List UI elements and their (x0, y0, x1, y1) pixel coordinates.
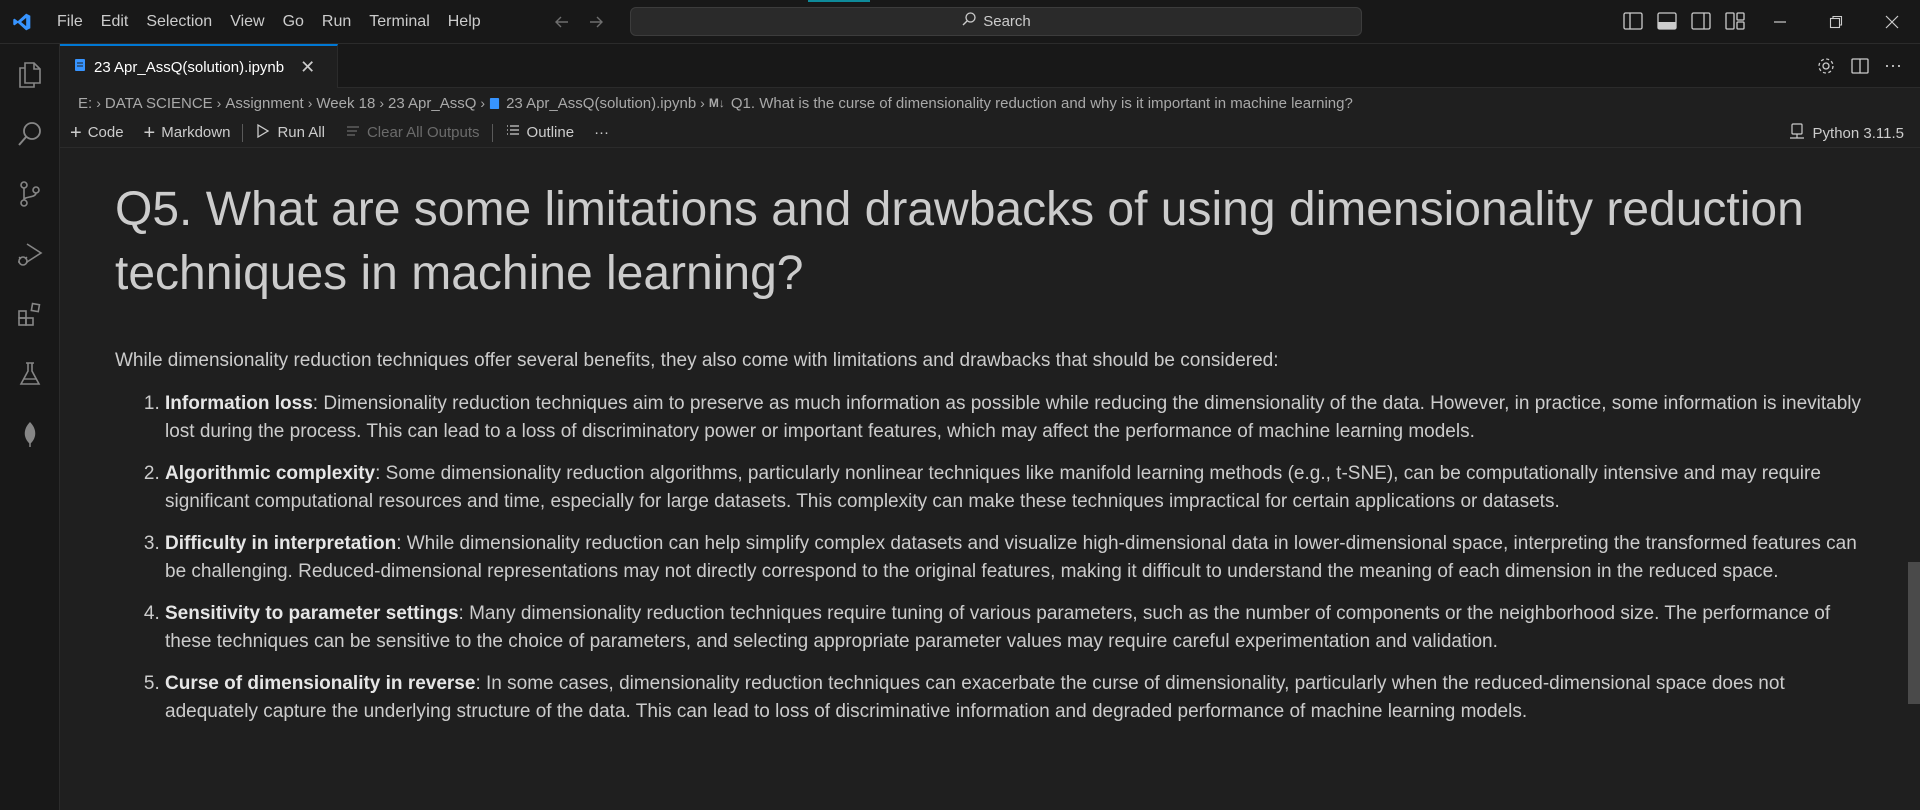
outline-button[interactable]: Outline (495, 123, 585, 143)
run-all-button[interactable]: Run All (245, 123, 335, 143)
extensions-icon[interactable] (0, 284, 60, 344)
outline-list-icon (505, 123, 521, 143)
accent-line (808, 0, 870, 2)
menu-view[interactable]: View (221, 0, 273, 44)
vertical-scrollbar-thumb[interactable] (1908, 562, 1920, 704)
back-arrow-icon[interactable] (552, 12, 572, 32)
list-item-term: Information loss (165, 393, 313, 414)
customize-layout-icon[interactable] (1724, 10, 1746, 32)
plus-icon: + (143, 121, 156, 144)
search-icon (961, 11, 977, 32)
run-all-icon (255, 123, 271, 143)
run-all-label: Run All (277, 124, 325, 141)
tab-notebook[interactable]: 23 Apr_AssQ(solution).ipynb ✕ (60, 44, 338, 88)
notebook-file-icon (489, 97, 500, 110)
notebook-toolbar: + Code + Markdown Run All Clear All Outp… (60, 118, 1920, 148)
editor-tab-bar: 23 Apr_AssQ(solution).ipynb ✕ ··· (60, 44, 1920, 88)
list-item-term: Curse of dimensionality in reverse (165, 673, 476, 694)
menu-help[interactable]: Help (439, 0, 490, 44)
chevron-right-icon: › (700, 95, 705, 111)
search-view-icon[interactable] (0, 104, 60, 164)
outline-label: Outline (526, 124, 575, 141)
menu-file[interactable]: File (48, 0, 92, 44)
limitations-list: Information loss: Dimensionality reducti… (115, 390, 1875, 726)
close-tab-icon[interactable]: ✕ (300, 57, 315, 78)
toolbar-more-button[interactable]: ··· (584, 124, 619, 141)
restore-icon[interactable] (1808, 0, 1864, 44)
list-item-term: Sensitivity to parameter settings (165, 603, 459, 624)
list-item-text: : Some dimensionality reduction algorith… (165, 463, 1821, 512)
minimize-icon[interactable] (1752, 0, 1808, 44)
menu-go[interactable]: Go (274, 0, 313, 44)
add-markdown-cell-button[interactable]: + Markdown (134, 121, 241, 144)
breadcrumb-item[interactable]: Q1. What is the curse of dimensionality … (731, 95, 1353, 112)
title-bar: File Edit Selection View Go Run Terminal… (0, 0, 1920, 44)
forward-arrow-icon[interactable] (586, 12, 606, 32)
kernel-label: Python 3.11.5 (1812, 124, 1904, 142)
mongodb-leaf-icon[interactable] (0, 404, 60, 464)
toggle-primary-sidebar-icon[interactable] (1622, 10, 1644, 32)
toolbar-divider (491, 123, 493, 142)
vscode-logo-icon (0, 0, 44, 44)
list-item-term: Algorithmic complexity (165, 463, 376, 484)
run-and-debug-icon[interactable] (0, 224, 60, 284)
chevron-right-icon: › (480, 95, 486, 111)
add-code-label: Code (87, 124, 124, 141)
toggle-secondary-sidebar-icon[interactable] (1690, 10, 1712, 32)
breadcrumb-item[interactable]: 23 Apr_AssQ(solution).ipynb (506, 95, 696, 112)
menu-run[interactable]: Run (313, 0, 360, 44)
add-code-cell-button[interactable]: + Code (60, 121, 134, 144)
list-item: Difficulty in interpretation: While dime… (165, 530, 1875, 586)
markdown-cell[interactable]: Q5. What are some limitations and drawba… (115, 178, 1875, 740)
notebook-file-icon (74, 58, 86, 77)
command-center-search[interactable]: Search (630, 7, 1362, 36)
clear-all-icon (345, 123, 361, 143)
breadcrumb-item[interactable]: Week 18 (316, 95, 375, 112)
search-label: Search (983, 13, 1031, 30)
cell-intro: While dimensionality reduction technique… (115, 350, 1279, 371)
breadcrumb-item[interactable]: Assignment (225, 95, 303, 112)
toggle-panel-icon[interactable] (1656, 10, 1678, 32)
breadcrumb-item[interactable]: DATA SCIENCE (105, 95, 213, 112)
list-item: Algorithmic complexity: Some dimensional… (165, 460, 1875, 516)
close-window-icon[interactable] (1864, 0, 1920, 44)
source-control-icon[interactable] (0, 164, 60, 224)
list-item: Information loss: Dimensionality reducti… (165, 390, 1875, 446)
breadcrumb-item[interactable]: E: (78, 95, 92, 112)
list-item-text: : Dimensionality reduction techniques ai… (165, 393, 1862, 442)
notebook-editor: Q5. What are some limitations and drawba… (60, 150, 1900, 810)
list-item: Curse of dimensionality in reverse: In s… (165, 670, 1875, 726)
split-editor-icon[interactable] (1850, 56, 1870, 81)
markdown-icon: M↓ (708, 96, 725, 110)
chevron-right-icon: › (216, 95, 222, 111)
kernel-server-icon (1789, 123, 1805, 143)
ellipsis-icon: ··· (594, 124, 610, 141)
menu-bar: File Edit Selection View Go Run Terminal… (48, 0, 490, 44)
more-actions-icon[interactable]: ··· (1884, 56, 1902, 81)
breadcrumb: E: › DATA SCIENCE › Assignment › Week 18… (78, 92, 1353, 114)
cell-heading: Q5. What are some limitations and drawba… (115, 183, 1804, 300)
add-markdown-label: Markdown (161, 124, 231, 141)
menu-edit[interactable]: Edit (92, 0, 138, 44)
menu-terminal[interactable]: Terminal (360, 0, 438, 44)
clear-all-outputs-button[interactable]: Clear All Outputs (335, 123, 490, 143)
list-item: Sensitivity to parameter settings: Many … (165, 600, 1875, 656)
chevron-right-icon: › (379, 95, 384, 111)
kernel-picker[interactable]: Python 3.11.5 (1789, 123, 1904, 143)
chevron-right-icon: › (307, 95, 313, 111)
explorer-icon[interactable] (0, 44, 60, 104)
list-item-term: Difficulty in interpretation (165, 533, 397, 554)
list-item-text: : While dimensionality reduction can hel… (165, 533, 1857, 582)
tab-label: 23 Apr_AssQ(solution).ipynb (94, 58, 285, 76)
breadcrumb-item[interactable]: 23 Apr_AssQ (388, 95, 476, 112)
activity-bar (0, 44, 60, 810)
plus-icon: + (70, 121, 82, 144)
menu-selection[interactable]: Selection (137, 0, 221, 44)
clear-all-label: Clear All Outputs (366, 124, 480, 141)
testing-flask-icon[interactable] (0, 344, 60, 404)
chevron-right-icon: › (96, 95, 101, 111)
notebook-settings-gear-icon[interactable] (1816, 56, 1836, 81)
toolbar-divider (242, 123, 244, 142)
